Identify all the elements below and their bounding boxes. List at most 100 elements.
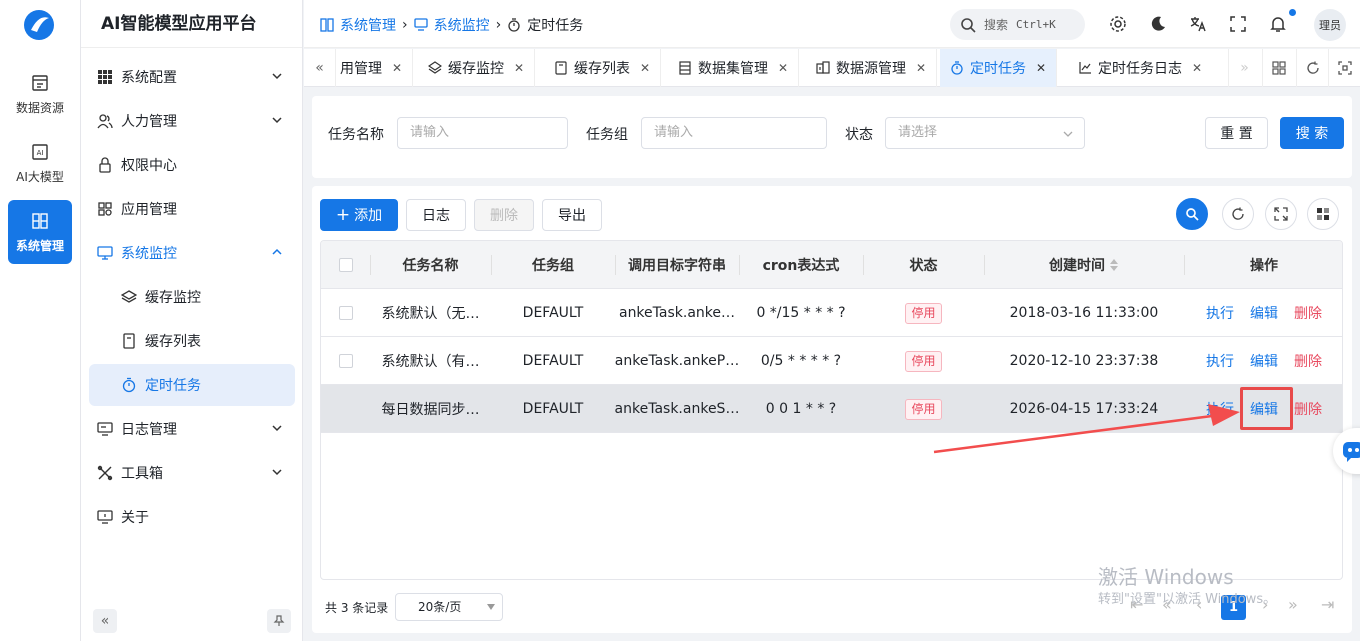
tab-datasource-manage[interactable]: 数据源管理 ✕ <box>806 49 938 87</box>
edit-link[interactable]: 编辑 <box>1250 351 1278 371</box>
gear-icon[interactable] <box>1109 15 1127 33</box>
menu-item-label: 缓存列表 <box>145 334 201 350</box>
menu-item-label: 日志管理 <box>121 422 177 438</box>
table-row[interactable]: 系统默认（无… DEFAULT ankeTask.anke… 0 */15 * … <box>321 289 1342 337</box>
rail-item-data-resource[interactable]: 数据资源 <box>8 62 72 126</box>
cell-target: ankeTask.anke… <box>618 305 735 321</box>
tab-cache-monitor[interactable]: 缓存监控 ✕ <box>418 49 536 87</box>
tab-dataset-manage[interactable]: 数据集管理 ✕ <box>668 49 800 87</box>
robot-icon <box>1343 442 1360 462</box>
double-chevron-left-icon: « <box>100 613 110 629</box>
column-header-created[interactable]: 创建时间 <box>984 241 1184 289</box>
column-header-status[interactable]: 状态 <box>863 241 984 289</box>
table-row[interactable]: 系统默认（有… DEFAULT ankeTask.ankeP… 0/5 * * … <box>321 337 1342 385</box>
activation-watermark-title: 激活 Windows <box>1098 565 1234 589</box>
menu-item-scheduled-task[interactable]: 定时任务 <box>89 364 295 406</box>
sort-icon[interactable] <box>1109 258 1119 272</box>
menu-item-cache-monitor[interactable]: 缓存监控 <box>89 276 295 318</box>
side-menu: AI智能模型应用平台 系统配置 人力管理 权限中心 应用管理 系统监控 缓存监控… <box>81 0 303 641</box>
export-button[interactable]: 导出 <box>542 199 602 231</box>
column-header-task-group[interactable]: 任务组 <box>491 241 615 289</box>
cell-actions: 执行 编辑 删除 <box>1184 337 1342 385</box>
tabs-scroll-right-button[interactable]: » <box>1228 49 1260 87</box>
next-group-icon[interactable]: » <box>1288 595 1298 614</box>
collapse-menu-button[interactable]: « <box>93 609 117 633</box>
menu-item-about[interactable]: 关于 <box>89 496 295 538</box>
log-button[interactable]: 日志 <box>406 199 466 231</box>
column-header-target[interactable]: 调用目标字符串 <box>615 241 739 289</box>
menu-item-permission[interactable]: 权限中心 <box>89 144 295 186</box>
row-checkbox[interactable] <box>338 354 353 368</box>
bell-icon[interactable] <box>1269 15 1287 33</box>
run-link[interactable]: 执行 <box>1206 399 1234 419</box>
select-all-checkbox[interactable] <box>338 258 353 272</box>
tab-app-manage[interactable]: 用管理 ✕ <box>336 49 414 87</box>
column-settings-button[interactable] <box>1307 198 1339 230</box>
close-icon[interactable]: ✕ <box>392 61 402 75</box>
menu-item-system-config[interactable]: 系统配置 <box>89 56 295 98</box>
rail-item-ai-model[interactable]: AI AI大模型 <box>8 131 72 195</box>
close-icon[interactable]: ✕ <box>1036 61 1046 75</box>
search-button[interactable]: 搜 索 <box>1280 117 1344 149</box>
avatar[interactable]: 理员 <box>1314 9 1346 41</box>
menu-item-app-manage[interactable]: 应用管理 <box>89 188 295 230</box>
column-header-cron[interactable]: cron表达式 <box>739 241 863 289</box>
close-icon[interactable]: ✕ <box>514 61 524 75</box>
breadcrumb-item[interactable]: 系统监控 <box>434 15 490 35</box>
tab-scheduled-task-log[interactable]: 定时任务日志 ✕ <box>1068 49 1212 87</box>
rail-item-label: 数据资源 <box>15 100 64 115</box>
breadcrumb: 系统管理 › 系统监控 › 定时任务 <box>320 15 583 35</box>
close-icon[interactable]: ✕ <box>1192 61 1202 75</box>
menu-item-log-manage[interactable]: 日志管理 <box>89 408 295 450</box>
tab-scheduled-task[interactable]: 定时任务 ✕ <box>940 49 1058 87</box>
table-header: 任务名称 任务组 调用目标字符串 cron表达式 状态 创建时间 操作 <box>321 241 1342 289</box>
info-monitor-icon <box>97 510 113 524</box>
edit-link[interactable]: 编辑 <box>1250 303 1278 323</box>
tabs-menu-button[interactable] <box>1262 49 1294 87</box>
refresh-table-button[interactable] <box>1222 198 1254 230</box>
add-button[interactable]: + 添加 <box>320 199 398 231</box>
tabs-scroll-left-button[interactable]: « <box>304 49 336 87</box>
menu-item-toolbox[interactable]: 工具箱 <box>89 452 295 494</box>
expand-icon <box>1274 207 1288 221</box>
fullscreen-table-button[interactable] <box>1265 198 1297 230</box>
tabs-maximize-button[interactable] <box>1328 49 1360 87</box>
close-icon[interactable]: ✕ <box>640 61 650 75</box>
table-row[interactable]: 每日数据同步… DEFAULT ankeTask.ankeS… 0 0 1 * … <box>321 385 1342 433</box>
tabs-refresh-button[interactable] <box>1296 49 1328 87</box>
page-size-select[interactable]: 20条/页 <box>395 593 503 621</box>
task-group-input[interactable]: 请输入 <box>641 117 827 149</box>
delete-button[interactable]: 删除 <box>474 199 534 231</box>
tab-cache-list[interactable]: 缓存列表 ✕ <box>544 49 662 87</box>
menu-item-system-monitor[interactable]: 系统监控 <box>89 232 295 274</box>
run-link[interactable]: 执行 <box>1206 303 1234 323</box>
toggle-search-button[interactable] <box>1176 198 1208 230</box>
close-icon[interactable]: ✕ <box>778 61 788 75</box>
menu-item-hr[interactable]: 人力管理 <box>89 100 295 142</box>
delete-link[interactable]: 删除 <box>1294 399 1322 419</box>
task-name-input[interactable]: 请输入 <box>397 117 568 149</box>
global-search[interactable]: 搜索 Ctrl+K <box>950 9 1085 40</box>
run-link[interactable]: 执行 <box>1206 351 1234 371</box>
reset-button[interactable]: 重 置 <box>1205 117 1268 149</box>
apps-icon <box>98 202 112 216</box>
moon-icon[interactable] <box>1149 15 1167 33</box>
column-header-task-name[interactable]: 任务名称 <box>370 241 491 289</box>
close-icon[interactable]: ✕ <box>916 61 926 75</box>
delete-link[interactable]: 删除 <box>1294 351 1322 371</box>
translate-icon[interactable] <box>1189 15 1207 33</box>
menu-item-cache-list[interactable]: 缓存列表 <box>89 320 295 362</box>
fullscreen-icon[interactable] <box>1229 15 1247 33</box>
timer-icon <box>951 61 963 75</box>
pin-menu-button[interactable] <box>267 609 291 633</box>
rail-item-system-manage[interactable]: 系统管理 <box>8 200 72 264</box>
last-page-icon[interactable]: ⇥ <box>1321 595 1334 614</box>
delete-link[interactable]: 删除 <box>1294 303 1322 323</box>
app-title: AI智能模型应用平台 <box>81 0 302 48</box>
row-checkbox[interactable] <box>338 306 353 320</box>
breadcrumb-item[interactable]: 系统管理 <box>340 15 396 35</box>
status-select[interactable]: 请选择 <box>885 117 1085 149</box>
tab-label: 定时任务日志 <box>1098 61 1182 77</box>
users-icon <box>97 114 113 129</box>
menu-item-label: 系统监控 <box>121 246 177 262</box>
